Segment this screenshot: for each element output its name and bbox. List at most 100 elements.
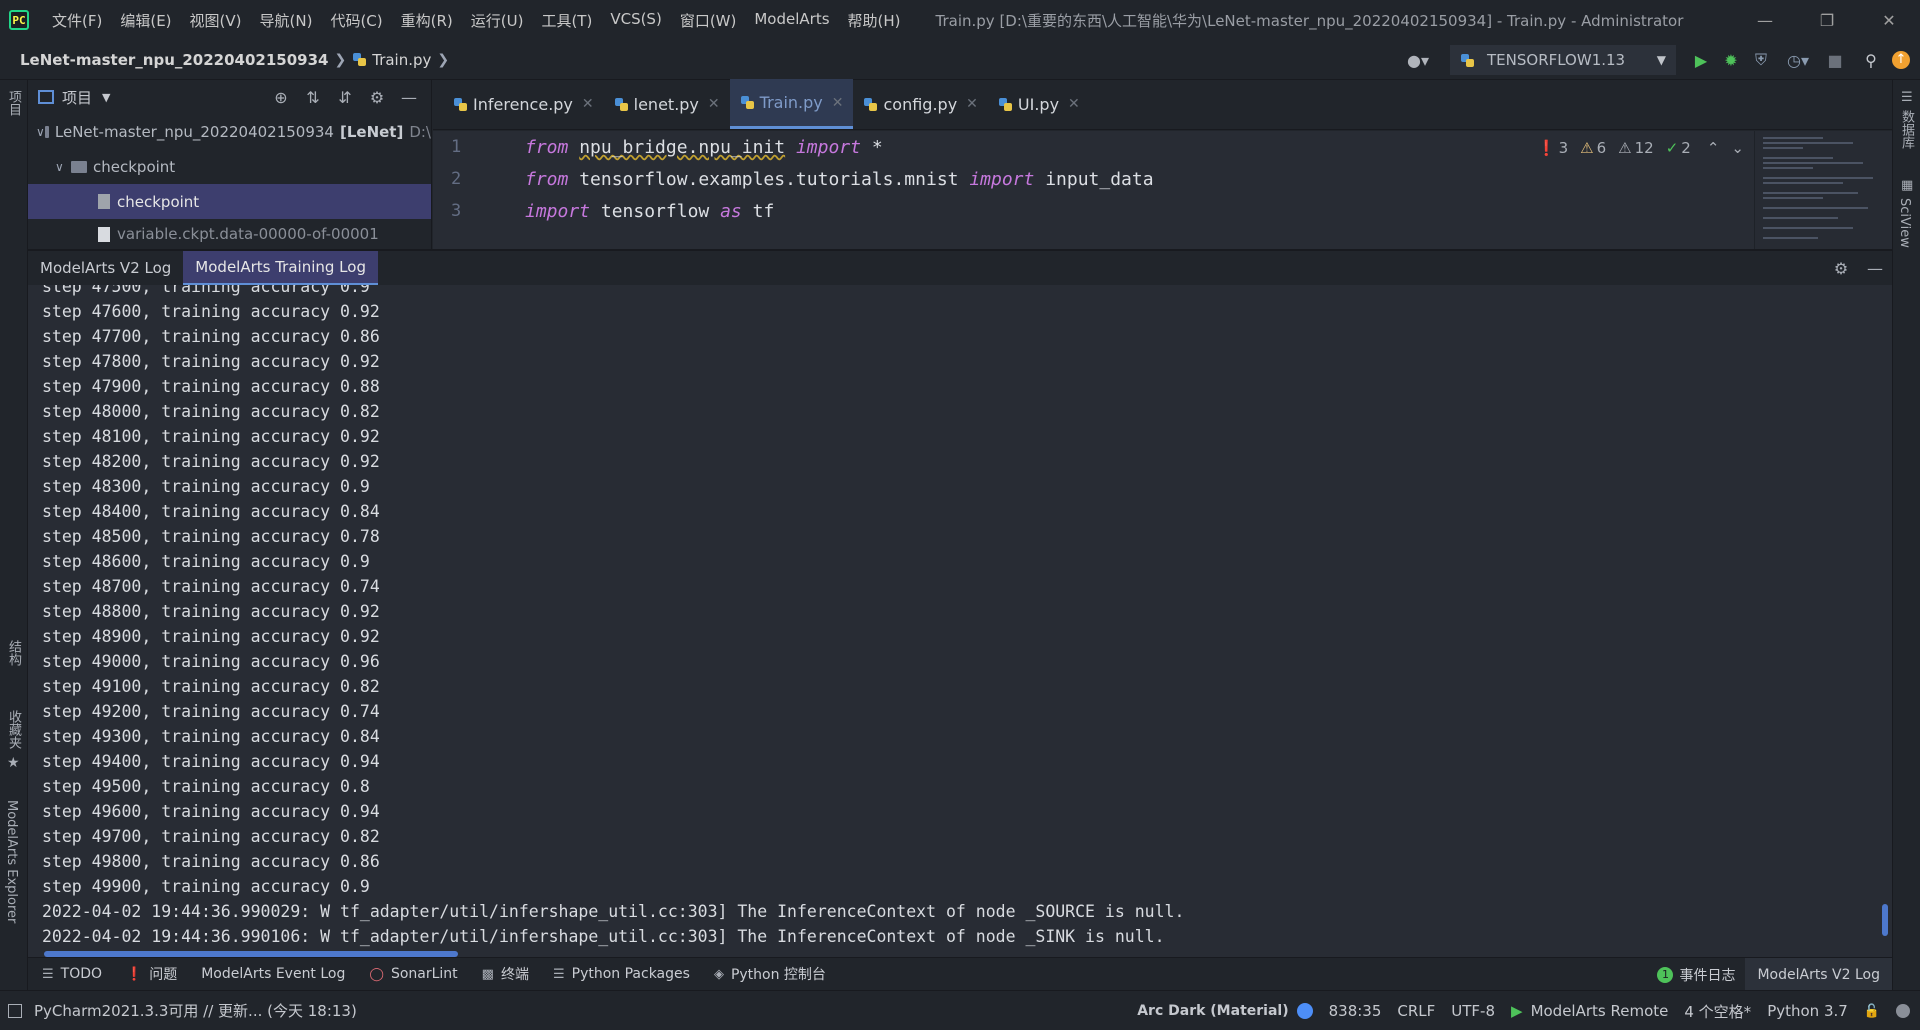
- update-icon[interactable]: ↑: [1886, 45, 1916, 75]
- gear-icon[interactable]: ⚙: [361, 88, 393, 107]
- close-icon[interactable]: ✕: [1068, 96, 1080, 112]
- close-icon[interactable]: ✕: [966, 96, 978, 112]
- stop-icon[interactable]: ■: [1820, 45, 1850, 75]
- tool-tab-event-log[interactable]: ModelArts Event Log: [201, 966, 345, 982]
- dropdown-arrow-icon[interactable]: ▼: [102, 91, 110, 104]
- tab-label: lenet.py: [633, 94, 699, 114]
- close-icon[interactable]: ✕: [582, 96, 594, 112]
- next-highlight-icon[interactable]: ⌄: [1731, 139, 1744, 157]
- tool-tab-sonarlint[interactable]: ◯ SonarLint: [369, 966, 457, 982]
- menu-modelarts[interactable]: ModelArts: [745, 10, 838, 31]
- indent-setting[interactable]: 4 个空格*: [1684, 1001, 1751, 1022]
- project-tool-label[interactable]: 项目: [4, 90, 23, 116]
- run-icon[interactable]: ▶: [1686, 45, 1716, 75]
- run-config-selector[interactable]: TENSORFLOW1.13 ▼: [1450, 45, 1676, 75]
- modelarts-explorer-label[interactable]: ModelArts Explorer: [4, 800, 19, 923]
- caret-position[interactable]: 838:35: [1329, 1002, 1382, 1020]
- file-encoding[interactable]: UTF-8: [1451, 1002, 1495, 1020]
- close-icon[interactable]: ✕: [708, 96, 720, 112]
- breadcrumb-file[interactable]: Train.py: [372, 51, 431, 69]
- menu-refactor[interactable]: 重构(R): [392, 10, 462, 31]
- interpreter-label[interactable]: Python 3.7: [1767, 1002, 1848, 1020]
- tool-tab-label: 事件日志: [1679, 967, 1736, 984]
- restore-icon[interactable]: ❐: [1796, 0, 1858, 40]
- minimize-icon[interactable]: —: [1734, 0, 1796, 40]
- debug-icon[interactable]: ✹: [1716, 45, 1746, 75]
- file-icon: [98, 194, 110, 209]
- tool-tab-event-log-right[interactable]: 1 事件日志: [1657, 965, 1735, 985]
- inspection-widget[interactable]: ❗ 3 ⚠ 6 ⚠ 12 ✓ 2 ⌃ ⌄: [1525, 139, 1744, 157]
- coverage-icon[interactable]: ⛨: [1746, 45, 1776, 75]
- minimap-line: [1763, 227, 1853, 229]
- code-line-3[interactable]: import tensorflow as tf: [525, 201, 774, 222]
- log-line: step 48200, training accuracy 0.92: [42, 452, 380, 471]
- structure-tool-label[interactable]: 结构: [4, 640, 23, 666]
- line-separator[interactable]: CRLF: [1397, 1002, 1435, 1020]
- menu-run[interactable]: 运行(U): [462, 10, 533, 31]
- vertical-scrollbar[interactable]: [1882, 904, 1888, 936]
- menu-view[interactable]: 视图(V): [181, 10, 251, 31]
- tab-train[interactable]: Train.py ✕: [729, 79, 854, 129]
- menu-vcs[interactable]: VCS(S): [601, 10, 670, 31]
- chevron-down-icon[interactable]: ∨: [55, 160, 71, 174]
- gear-icon[interactable]: ⚙: [1824, 259, 1858, 278]
- search-icon[interactable]: ⚲: [1856, 45, 1886, 75]
- database-tool-label[interactable]: 数据库: [1897, 110, 1916, 149]
- lock-icon[interactable]: 🔓: [1864, 1004, 1880, 1019]
- hide-panel-icon[interactable]: —: [393, 88, 425, 107]
- tab-ui[interactable]: UI.py ✕: [988, 79, 1090, 129]
- profile-icon[interactable]: ◷▾: [1776, 45, 1820, 75]
- project-view-selector[interactable]: 项目: [62, 87, 92, 108]
- menu-navigate[interactable]: 导航(N): [251, 10, 322, 31]
- close-window-icon[interactable]: ✕: [1858, 0, 1920, 40]
- tool-tab-terminal[interactable]: ▩ 终端: [482, 964, 529, 984]
- tree-root[interactable]: ∨ LeNet-master_npu_20220402150934 [LeNet…: [28, 114, 431, 149]
- menu-code[interactable]: 代码(C): [321, 10, 391, 31]
- user-icon[interactable]: ●▾: [1396, 45, 1440, 75]
- close-icon[interactable]: ✕: [832, 95, 844, 111]
- chevron-down-icon[interactable]: ∨: [36, 125, 45, 139]
- menu-tools[interactable]: 工具(T): [532, 10, 601, 31]
- remote-label[interactable]: ModelArts Remote: [1531, 1002, 1669, 1020]
- tree-folder-checkpoint[interactable]: ∨ checkpoint: [28, 149, 431, 184]
- theme-label[interactable]: Arc Dark (Material): [1137, 1003, 1288, 1019]
- tab-modelarts-training-log[interactable]: ModelArts Training Log: [183, 251, 378, 285]
- collapse-all-icon[interactable]: ⇵: [329, 88, 361, 107]
- log-line: step 48100, training accuracy 0.92: [42, 427, 380, 446]
- favorites-tool-label[interactable]: 收藏夹: [4, 710, 23, 749]
- tool-tab-python-console[interactable]: ◈ Python 控制台: [714, 964, 826, 984]
- log-line: step 48000, training accuracy 0.82: [42, 402, 380, 421]
- tab-config[interactable]: config.py ✕: [853, 79, 987, 129]
- window-title: Train.py [D:\重要的东西\人工智能\华为\LeNet-master_…: [935, 11, 1684, 30]
- tab-inference[interactable]: Inference.py ✕: [443, 79, 604, 129]
- menu-file[interactable]: 文件(F): [43, 10, 111, 31]
- locate-icon[interactable]: ⊕: [265, 88, 297, 107]
- training-log-output[interactable]: step 47500, training accuracy 0.9 step 47…: [28, 285, 1892, 957]
- previous-highlight-icon[interactable]: ⌃: [1707, 139, 1720, 157]
- code-line-2[interactable]: from tensorflow.examples.tutorials.mnist…: [525, 169, 1154, 190]
- toggle-tool-windows-icon[interactable]: [8, 1003, 22, 1018]
- python-file-icon: [614, 97, 629, 112]
- log-line: step 49500, training accuracy 0.8: [42, 777, 370, 796]
- hide-panel-icon[interactable]: —: [1858, 259, 1892, 278]
- tool-tab-modelarts-v2-log[interactable]: ModelArts V2 Log: [1745, 958, 1892, 991]
- tree-file-variable[interactable]: variable.ckpt.data-00000-of-00001: [28, 219, 431, 249]
- sciview-tool-label[interactable]: SciView: [1897, 198, 1912, 248]
- tool-tab-problems[interactable]: ❗ 问题: [126, 964, 177, 984]
- breadcrumb-project[interactable]: LeNet-master_npu_20220402150934: [20, 51, 329, 69]
- menu-edit[interactable]: 编辑(E): [111, 10, 180, 31]
- notifications-icon[interactable]: [1896, 1004, 1910, 1018]
- tab-modelarts-v2-log[interactable]: ModelArts V2 Log: [28, 251, 183, 285]
- code-line-1[interactable]: from npu_bridge.npu_init import *: [525, 137, 883, 158]
- menu-window[interactable]: 窗口(W): [671, 10, 746, 31]
- minimap-line: [1763, 192, 1858, 194]
- code-minimap[interactable]: [1754, 131, 1892, 249]
- status-message[interactable]: PyCharm2021.3.3可用 // 更新... (今天 18:13): [34, 1000, 357, 1021]
- menu-help[interactable]: 帮助(H): [839, 10, 910, 31]
- tab-lenet[interactable]: lenet.py ✕: [604, 79, 730, 129]
- tool-tab-python-packages[interactable]: ☰ Python Packages: [553, 966, 690, 982]
- expand-all-icon[interactable]: ⇅: [297, 88, 329, 107]
- tool-tab-todo[interactable]: ☰ TODO: [42, 966, 102, 982]
- code-editor[interactable]: 1 2 3 from npu_bridge.npu_init import * …: [433, 131, 1892, 249]
- tree-file-checkpoint[interactable]: checkpoint: [28, 184, 431, 219]
